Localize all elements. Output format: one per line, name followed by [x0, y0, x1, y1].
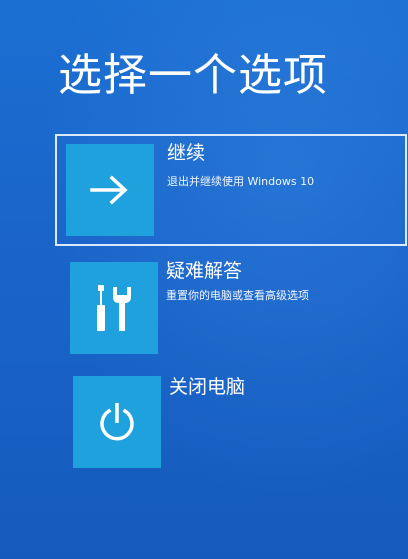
troubleshoot-description: 重置你的电脑或查看高级选项 [166, 289, 309, 302]
power-icon [100, 403, 134, 441]
continue-tile[interactable] [66, 144, 154, 236]
tools-icon [97, 285, 131, 331]
arrow-right-icon [90, 175, 128, 205]
shutdown-label: 关闭电脑 [169, 376, 246, 398]
page-title: 选择一个选项 [58, 50, 328, 101]
troubleshoot-label: 疑难解答 [166, 260, 243, 282]
continue-description: 退出并继续使用 Windows 10 [167, 175, 315, 188]
shutdown-tile[interactable] [73, 376, 161, 468]
continue-option[interactable]: 继续 退出并继续使用 Windows 10 [55, 134, 407, 246]
troubleshoot-option[interactable]: 疑难解答 重置你的电脑或查看高级选项 [55, 254, 407, 366]
continue-label: 继续 [167, 142, 206, 164]
troubleshoot-tile[interactable] [70, 262, 158, 354]
shutdown-option[interactable]: 关闭电脑 [55, 368, 407, 480]
